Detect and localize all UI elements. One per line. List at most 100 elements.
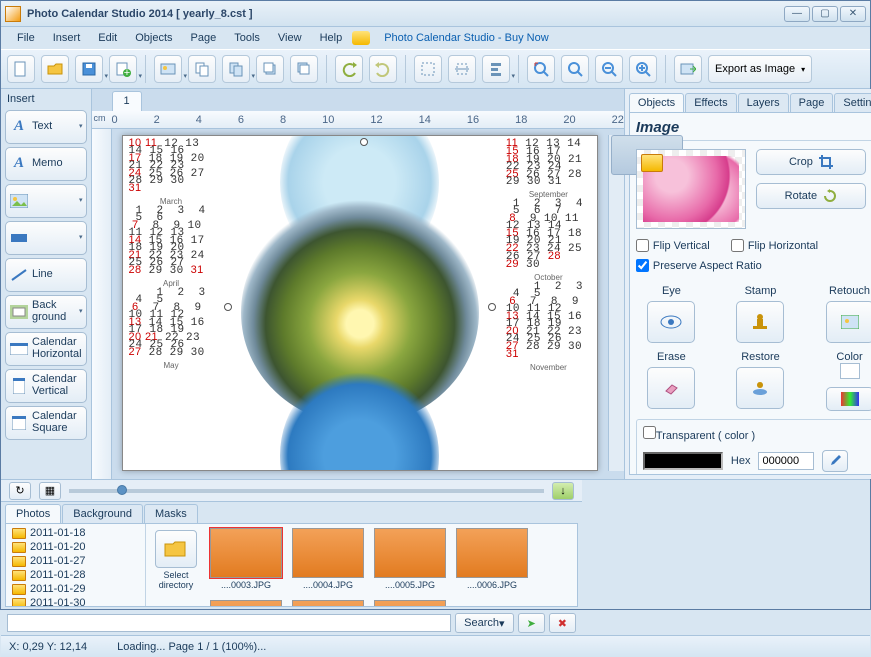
selected-image[interactable] <box>228 142 492 464</box>
search-button[interactable]: Search ▾ <box>455 613 513 633</box>
menu-page[interactable]: Page <box>183 30 225 46</box>
tab-objects[interactable]: Objects <box>629 93 684 112</box>
flip-horizontal-checkbox[interactable]: Flip Horizontal <box>731 239 818 252</box>
window-title: Photo Calendar Studio 2014 [ yearly_8.cs… <box>27 8 784 20</box>
thumbnail-item[interactable]: ....0010.JPG <box>374 600 446 606</box>
menu-insert[interactable]: Insert <box>45 30 89 46</box>
insert-line-button[interactable]: Line <box>5 258 87 292</box>
folder-item[interactable]: 2011-01-29 <box>6 582 145 596</box>
color-swatch-1[interactable] <box>840 363 860 379</box>
folder-item[interactable]: 2011-01-20 <box>6 540 145 554</box>
new-button[interactable] <box>7 55 35 83</box>
status-loading: Loading... Page 1 / 1 (100%)... <box>117 641 266 653</box>
menu-tools[interactable]: Tools <box>226 30 268 46</box>
menu-file[interactable]: File <box>9 30 43 46</box>
folder-item[interactable]: 2011-01-30 <box>6 596 145 606</box>
folder-item[interactable]: 2011-01-28 <box>6 568 145 582</box>
rotate-icon <box>823 189 837 203</box>
zoom-in-button[interactable] <box>629 55 657 83</box>
folder-item[interactable]: 2011-01-18 <box>6 526 145 540</box>
search-go-button[interactable]: ➤ <box>518 613 545 633</box>
menu-edit[interactable]: Edit <box>90 30 125 46</box>
thumb-zoom-slider[interactable] <box>69 489 544 493</box>
image-thumbnail[interactable] <box>636 149 746 229</box>
thumb-view-button[interactable]: ▦ <box>39 482 61 500</box>
folder-item[interactable]: 2011-01-27 <box>6 554 145 568</box>
canvas-page[interactable]: 10 11 12 13 14 15 1617 18 19 20 21 22 23… <box>122 135 598 471</box>
insert-calendar-square-button[interactable]: Calendar Square <box>5 406 87 440</box>
thumb-apply-button[interactable]: ↓ <box>552 482 574 500</box>
hex-input[interactable] <box>758 452 814 470</box>
bottom-tab-photos[interactable]: Photos <box>5 504 61 523</box>
eyedropper-icon <box>828 454 842 468</box>
transparent-color-swatch[interactable] <box>643 452 723 470</box>
insert-calendar-horizontal-button[interactable]: Calendar Horizontal <box>5 332 87 366</box>
folder-open-icon <box>164 540 188 558</box>
thumb-refresh-button[interactable]: ↻ <box>9 482 31 500</box>
tab-layers[interactable]: Layers <box>738 93 789 112</box>
eyedropper-button[interactable] <box>822 450 848 472</box>
image-button[interactable] <box>154 55 182 83</box>
crop-button[interactable]: Crop <box>756 149 866 175</box>
stamp-tool-button[interactable] <box>736 301 784 343</box>
search-input[interactable] <box>7 614 451 632</box>
insert-image-button[interactable] <box>5 184 87 218</box>
zoom-actual-button[interactable] <box>561 55 589 83</box>
thumbnail-item[interactable]: ....0006.JPG <box>456 528 528 590</box>
open-button[interactable] <box>41 55 69 83</box>
duplicate-button[interactable] <box>222 55 250 83</box>
zoom-fit-button[interactable] <box>527 55 555 83</box>
select-button[interactable] <box>414 55 442 83</box>
close-button[interactable]: ✕ <box>840 6 866 22</box>
thumbnail-item[interactable]: ....0003.JPG <box>210 528 282 590</box>
search-clear-button[interactable]: ✖ <box>549 613 576 633</box>
send-back-button[interactable] <box>290 55 318 83</box>
menu-help[interactable]: Help <box>312 30 351 46</box>
transparent-checkbox[interactable]: Transparent ( color ) <box>643 426 871 442</box>
thumbnail-item[interactable]: ....0009.JPG <box>292 600 364 606</box>
insert-background-button[interactable]: Back ground <box>5 295 87 329</box>
color-icon <box>841 392 859 406</box>
insert-shape-button[interactable] <box>5 221 87 255</box>
flip-vertical-checkbox[interactable]: Flip Vertical <box>636 239 710 252</box>
folder-overlay-icon <box>641 154 663 172</box>
copy-button[interactable] <box>188 55 216 83</box>
bottom-tab-masks[interactable]: Masks <box>144 504 198 523</box>
undo-button[interactable] <box>335 55 363 83</box>
retouch-tool-button[interactable] <box>826 301 871 343</box>
preserve-aspect-checkbox[interactable]: Preserve Aspect Ratio <box>636 259 762 272</box>
page-tab-1[interactable]: 1 <box>112 91 142 111</box>
export-icon-button[interactable] <box>674 55 702 83</box>
bottom-tab-background[interactable]: Background <box>62 504 143 523</box>
add-page-button[interactable]: + <box>109 55 137 83</box>
menu-view[interactable]: View <box>270 30 310 46</box>
tab-effects[interactable]: Effects <box>685 93 736 112</box>
menu-objects[interactable]: Objects <box>127 30 180 46</box>
thumbnail-item[interactable]: ....0005.JPG <box>374 528 446 590</box>
insert-memo-button[interactable]: AMemo <box>5 147 87 181</box>
insert-calendar-vertical-button[interactable]: Calendar Vertical <box>5 369 87 403</box>
bring-front-button[interactable] <box>256 55 284 83</box>
insert-text-button[interactable]: AText <box>5 110 87 144</box>
tab-settings[interactable]: Settings <box>834 93 871 112</box>
eye-tool-button[interactable] <box>647 301 695 343</box>
minimize-button[interactable]: — <box>784 6 810 22</box>
restore-tool-button[interactable] <box>736 367 784 409</box>
maximize-button[interactable]: ▢ <box>812 6 838 22</box>
canvas-scrollbar[interactable] <box>608 135 624 471</box>
thumbnail-item[interactable]: ....0008.JPG <box>210 600 282 606</box>
color-tool-button[interactable] <box>826 387 871 411</box>
align-button[interactable] <box>482 55 510 83</box>
redo-button[interactable] <box>369 55 397 83</box>
crop-tool-button[interactable] <box>448 55 476 83</box>
erase-tool-button[interactable] <box>647 367 695 409</box>
save-button[interactable] <box>75 55 103 83</box>
menu-buy-now[interactable]: Photo Calendar Studio - Buy Now <box>376 30 556 46</box>
thumbnail-item[interactable]: ....0004.JPG <box>292 528 364 590</box>
zoom-out-button[interactable] <box>595 55 623 83</box>
tab-page[interactable]: Page <box>790 93 834 112</box>
rotate-button[interactable]: Rotate <box>756 183 866 209</box>
export-as-image-button[interactable]: Export as Image▾ <box>708 55 812 83</box>
ruler-unit: cm <box>94 113 106 123</box>
select-directory-button[interactable] <box>155 530 197 568</box>
